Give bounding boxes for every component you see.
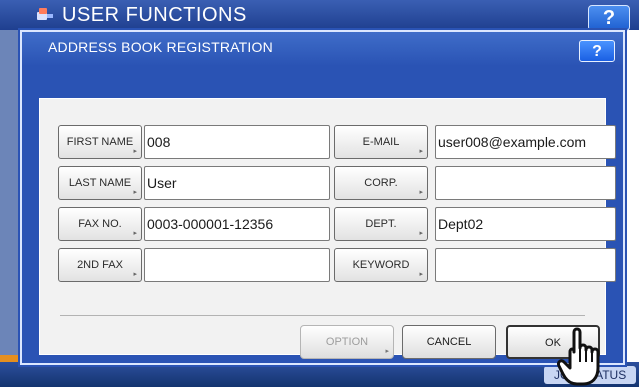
dept-label: DEPT. — [365, 218, 397, 230]
second-fax-button[interactable]: 2ND FAX ▸ — [58, 248, 142, 282]
fax-no-label: FAX NO. — [78, 218, 122, 230]
last-name-label: LAST NAME — [68, 177, 132, 189]
fax-no-field[interactable]: 0003-000001-12356 — [144, 207, 330, 241]
corner-marker-icon: ▸ — [133, 271, 137, 278]
corner-marker-icon: ▸ — [419, 230, 423, 237]
second-fax-label: 2ND FAX — [77, 259, 123, 271]
corner-marker-icon: ▸ — [385, 348, 389, 355]
keyword-button[interactable]: KEYWORD ▸ — [334, 248, 428, 282]
corp-button[interactable]: CORP. ▸ — [334, 166, 428, 200]
corner-marker-icon: ▸ — [419, 189, 423, 196]
first-name-button[interactable]: FIRST NAME ▸ — [58, 125, 142, 159]
corner-marker-icon: ▸ — [419, 148, 423, 155]
cancel-label: CANCEL — [426, 336, 472, 348]
corner-marker-icon: ▸ — [133, 148, 137, 155]
dialog-help-button[interactable]: ? — [579, 40, 615, 62]
option-label: OPTION — [325, 336, 369, 348]
corner-marker-icon: ▸ — [419, 271, 423, 278]
keyword-label: KEYWORD — [352, 259, 410, 271]
address-book-registration-dialog: ADDRESS BOOK REGISTRATION ? FIRST NAME ▸… — [20, 30, 625, 365]
dialog-header: ADDRESS BOOK REGISTRATION ? — [22, 32, 623, 66]
dept-field[interactable]: Dept02 — [435, 207, 616, 241]
panel-separator — [60, 315, 585, 316]
dialog-panel: FIRST NAME ▸ 008 LAST NAME ▸ User FAX NO… — [39, 98, 616, 359]
first-name-field[interactable]: 008 — [144, 125, 330, 159]
last-name-field[interactable]: User — [144, 166, 330, 200]
email-field[interactable]: user008@example.com — [435, 125, 616, 159]
background-title: USER FUNCTIONS — [62, 4, 247, 26]
second-fax-field[interactable] — [144, 248, 330, 282]
keyword-field[interactable] — [435, 248, 616, 282]
first-name-label: FIRST NAME — [66, 136, 134, 148]
toner-logo-icon — [37, 8, 53, 20]
corp-label: CORP. — [364, 177, 398, 189]
background-help-button[interactable]: ? — [588, 5, 630, 31]
cancel-button[interactable]: CANCEL — [402, 325, 496, 359]
fax-no-button[interactable]: FAX NO. ▸ — [58, 207, 142, 241]
background-left-strip — [0, 30, 18, 387]
dept-button[interactable]: DEPT. ▸ — [334, 207, 428, 241]
corner-marker-icon: ▸ — [133, 230, 137, 237]
last-name-button[interactable]: LAST NAME ▸ — [58, 166, 142, 200]
screen: USER FUNCTIONS ? JOB STATUS ADDRESS BOOK… — [0, 0, 639, 387]
hand-pointer-icon — [557, 327, 600, 386]
dialog-title: ADDRESS BOOK REGISTRATION — [48, 39, 273, 55]
email-button[interactable]: E-MAIL ▸ — [334, 125, 428, 159]
email-label: E-MAIL — [362, 136, 400, 148]
corner-marker-icon: ▸ — [133, 189, 137, 196]
dialog-blue-bar — [39, 66, 606, 98]
option-button[interactable]: OPTION ▸ — [300, 325, 394, 359]
corp-field[interactable] — [435, 166, 616, 200]
